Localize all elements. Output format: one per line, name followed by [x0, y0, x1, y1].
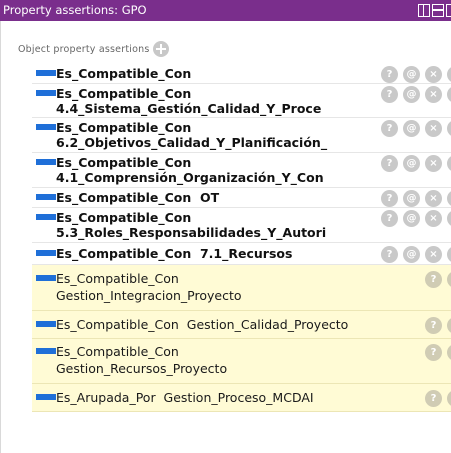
- split-vertical-icon[interactable]: [418, 4, 430, 17]
- delete-icon[interactable]: ×: [425, 210, 442, 227]
- property-assertions-panel: Object property assertions Es_Compatible…: [0, 21, 451, 453]
- assertion-value: 4.1_Comprensión_Organización_Y_Con: [56, 170, 324, 185]
- property-icon: [36, 124, 56, 130]
- help-icon[interactable]: ?: [425, 271, 442, 288]
- help-icon[interactable]: ?: [425, 317, 442, 334]
- property-icon: [36, 194, 56, 200]
- assertion-row[interactable]: Es_Compatible_Con 7.1_Recursos ? @ × o: [32, 243, 451, 265]
- row-buttons: ? @ × o: [376, 120, 451, 137]
- assertion-value: Gestion_Integracion_Proyecto: [56, 288, 242, 303]
- help-icon[interactable]: ?: [425, 344, 442, 361]
- split-horizontal-icon[interactable]: [432, 4, 444, 17]
- edit-icon[interactable]: o: [447, 66, 451, 83]
- annotate-icon[interactable]: @: [403, 120, 420, 137]
- assertion-row[interactable]: Es_Compatible_Con ? @ × o: [32, 64, 451, 84]
- delete-icon[interactable]: ×: [425, 190, 442, 207]
- view-controls: [416, 4, 451, 17]
- annotate-icon[interactable]: @: [403, 246, 420, 263]
- row-buttons: ? @ × o: [376, 86, 451, 103]
- help-icon[interactable]: ?: [381, 190, 398, 207]
- assertion-row[interactable]: Es_Compatible_Con 4.4_Sistema_Gestión_Ca…: [32, 84, 451, 118]
- row-buttons: ? @: [420, 317, 451, 334]
- row-buttons: ? @ × o: [376, 155, 451, 172]
- help-icon[interactable]: ?: [381, 155, 398, 172]
- assertion-text: Es_Compatible_Con: [56, 344, 179, 359]
- row-buttons: ? @ × o: [376, 210, 451, 227]
- help-icon[interactable]: ?: [381, 120, 398, 137]
- view-title: Property assertions: GPO: [3, 3, 147, 17]
- edit-icon[interactable]: o: [447, 155, 451, 172]
- help-icon[interactable]: ?: [425, 390, 442, 407]
- property-icon: [36, 275, 56, 281]
- section-label: Object property assertions: [18, 43, 150, 55]
- assertion-row[interactable]: Es_Compatible_Con 5.3_Roles_Responsabili…: [32, 208, 451, 243]
- annotate-icon[interactable]: @: [447, 344, 451, 361]
- annotate-icon[interactable]: @: [403, 66, 420, 83]
- close-view-icon[interactable]: [446, 4, 451, 17]
- delete-icon[interactable]: ×: [425, 155, 442, 172]
- assertion-row[interactable]: Es_Compatible_Con 6.2_Objetivos_Calidad_…: [32, 118, 451, 153]
- help-icon[interactable]: ?: [381, 210, 398, 227]
- row-buttons: ? @: [420, 344, 451, 361]
- edit-icon[interactable]: o: [447, 86, 451, 103]
- view-titlebar: Property assertions: GPO: [0, 0, 451, 21]
- annotate-icon[interactable]: @: [447, 271, 451, 288]
- assertion-row[interactable]: Es_Compatible_Con 4.1_Comprensión_Organi…: [32, 153, 451, 188]
- property-icon: [36, 394, 56, 400]
- add-assertion-button[interactable]: [153, 41, 170, 57]
- annotate-icon[interactable]: @: [403, 190, 420, 207]
- inferred-assertion-row[interactable]: Es_Compatible_Con Gestion_Calidad_Proyec…: [32, 311, 451, 339]
- annotate-icon[interactable]: @: [447, 390, 451, 407]
- annotate-icon[interactable]: @: [447, 317, 451, 334]
- assertion-value: 4.4_Sistema_Gestión_Calidad_Y_Proce: [56, 101, 322, 116]
- row-buttons: ? @: [420, 271, 451, 288]
- delete-icon[interactable]: ×: [425, 246, 442, 263]
- row-buttons: ? @ × o: [376, 246, 451, 263]
- assertion-text: Es_Arupada_Por Gestion_Proceso_MCDAI: [56, 390, 314, 405]
- annotate-icon[interactable]: @: [403, 155, 420, 172]
- property-icon: [36, 250, 56, 256]
- assertion-value: Gestion_Recursos_Proyecto: [56, 361, 228, 376]
- assertion-value: 6.2_Objetivos_Calidad_Y_Planificación_: [56, 135, 328, 150]
- property-icon: [36, 159, 56, 165]
- property-icon: [36, 348, 56, 354]
- row-buttons: ? @ × o: [376, 66, 451, 83]
- delete-icon[interactable]: ×: [425, 86, 442, 103]
- edit-icon[interactable]: o: [447, 120, 451, 137]
- row-buttons: ? @: [420, 390, 451, 407]
- annotate-icon[interactable]: @: [403, 210, 420, 227]
- object-property-assertions-header: Object property assertions: [18, 38, 170, 60]
- assertion-row[interactable]: Es_Compatible_Con OT ? @ × o: [32, 188, 451, 208]
- inferred-assertion-row[interactable]: Es_Compatible_Con Gestion_Recursos_Proye…: [32, 339, 451, 384]
- assertion-text: Es_Compatible_Con: [56, 271, 179, 286]
- edit-icon[interactable]: o: [447, 190, 451, 207]
- row-buttons: ? @ × o: [376, 190, 451, 207]
- edit-icon[interactable]: o: [447, 246, 451, 263]
- property-icon: [36, 214, 56, 220]
- assertion-value: 5.3_Roles_Responsabilidades_Y_Autori: [56, 225, 327, 240]
- property-icon: [36, 70, 56, 76]
- help-icon[interactable]: ?: [381, 66, 398, 83]
- delete-icon[interactable]: ×: [425, 120, 442, 137]
- delete-icon[interactable]: ×: [425, 66, 442, 83]
- property-icon: [36, 321, 56, 327]
- property-icon: [36, 90, 56, 96]
- inferred-assertion-row[interactable]: Es_Compatible_Con Gestion_Integracion_Pr…: [32, 265, 451, 311]
- edit-icon[interactable]: o: [447, 210, 451, 227]
- assertion-text: Es_Compatible_Con Gestion_Calidad_Proyec…: [56, 317, 349, 332]
- help-icon[interactable]: ?: [381, 86, 398, 103]
- annotate-icon[interactable]: @: [403, 86, 420, 103]
- inferred-assertion-row[interactable]: Es_Arupada_Por Gestion_Proceso_MCDAI ? @: [32, 384, 451, 412]
- help-icon[interactable]: ?: [381, 246, 398, 263]
